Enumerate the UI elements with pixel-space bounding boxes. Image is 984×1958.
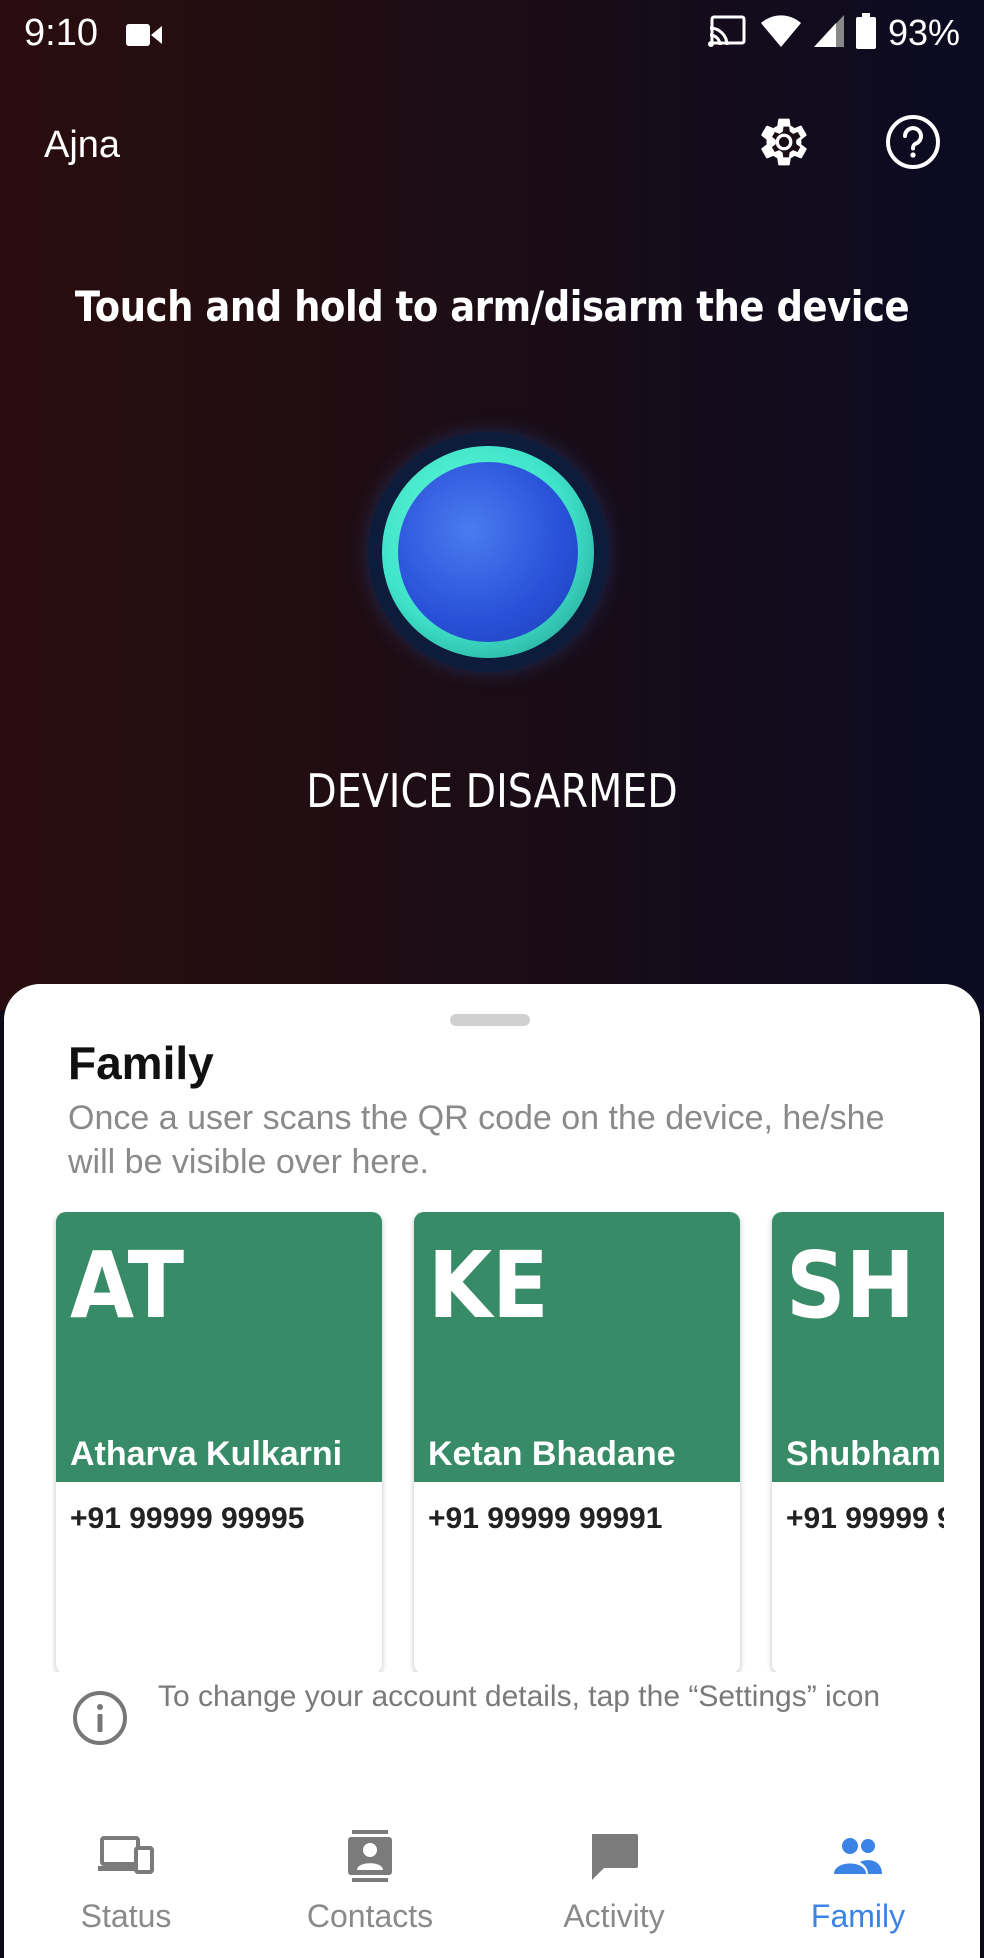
family-member-card[interactable]: SH Shubham Chopade +91 99999 99993: [772, 1212, 944, 1672]
cast-icon: [707, 15, 748, 52]
member-phone: +91 99999 99993: [786, 1502, 944, 1535]
info-row: To change your account details, tap the …: [72, 1678, 912, 1746]
gear-icon: [756, 114, 812, 175]
help-icon: [885, 114, 941, 175]
bottom-navigation: Status Contacts Activity Family: [4, 1804, 980, 1958]
family-sheet: Family Once a user scans the QR code on …: [4, 984, 980, 1804]
family-member-card[interactable]: AT Atharva Kulkarni +91 99999 99995: [56, 1212, 382, 1672]
app-title: Ajna: [44, 124, 121, 166]
hero-panel: 9:10 93% Ajna Touch and hold to arm/disa…: [0, 0, 984, 1010]
member-name: Atharva Kulkarni: [70, 1435, 343, 1473]
info-text: To change your account details, tap the …: [158, 1680, 881, 1713]
contacts-icon: [342, 1828, 398, 1884]
member-phone: +91 99999 99991: [428, 1502, 663, 1535]
status-bar: 9:10 93%: [0, 0, 984, 70]
drag-handle[interactable]: [450, 1014, 530, 1026]
member-initials: AT: [70, 1232, 185, 1339]
member-name: Ketan Bhadane: [428, 1435, 676, 1473]
family-cards: AT Atharva Kulkarni +91 99999 99995 KE K…: [52, 1212, 944, 1672]
info-icon: [72, 1690, 128, 1746]
member-initials: SH: [786, 1232, 915, 1339]
nav-contacts[interactable]: Contacts: [248, 1804, 492, 1935]
settings-button[interactable]: [756, 116, 812, 172]
devices-icon: [98, 1828, 154, 1884]
member-phone: +91 99999 99995: [70, 1502, 305, 1535]
member-initials: KE: [428, 1232, 549, 1339]
nav-family[interactable]: Family: [736, 1804, 980, 1935]
card-header: KE Ketan Bhadane: [414, 1212, 740, 1482]
arm-instruction: Touch and hold to arm/disarm the device: [74, 282, 910, 331]
family-cards-carousel[interactable]: AT Atharva Kulkarni +91 99999 99995 KE K…: [52, 1212, 944, 1672]
card-header: AT Atharva Kulkarni: [56, 1212, 382, 1482]
status-icons: 93%: [707, 12, 960, 54]
nav-label: Activity: [563, 1898, 665, 1934]
sheet-title: Family: [68, 1037, 214, 1089]
orb-ring: [382, 446, 594, 658]
cell-signal-icon: [813, 14, 844, 52]
nav-label: Family: [810, 1898, 906, 1934]
member-name: Shubham Chopade: [786, 1435, 944, 1473]
nav-label: Status: [80, 1898, 172, 1934]
arm-disarm-button[interactable]: [368, 432, 608, 672]
nav-status[interactable]: Status: [4, 1804, 248, 1935]
battery-icon: [855, 12, 876, 54]
nav-activity[interactable]: Activity: [492, 1804, 736, 1935]
family-icon: [830, 1828, 886, 1884]
help-button[interactable]: [885, 114, 941, 175]
video-camera-icon: [126, 22, 162, 53]
chat-icon: [586, 1828, 642, 1884]
nav-label: Contacts: [306, 1898, 434, 1934]
sheet-description: Once a user scans the QR code on the dev…: [68, 1099, 885, 1181]
battery-percent: 93%: [887, 12, 960, 53]
wifi-icon: [760, 14, 802, 53]
status-time: 9:10: [24, 12, 98, 54]
family-member-card[interactable]: KE Ketan Bhadane +91 99999 99991: [414, 1212, 740, 1672]
device-status: DEVICE DISARMED: [306, 764, 678, 818]
orb-core: [398, 462, 578, 642]
card-header: SH Shubham Chopade: [772, 1212, 944, 1482]
